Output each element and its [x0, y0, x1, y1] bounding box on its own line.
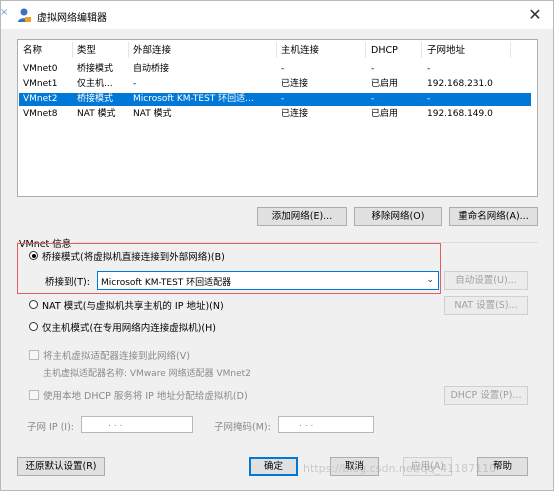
cell-type: 桥接模式 [77, 94, 114, 104]
nat-settings-button[interactable]: NAT 设置(S)... [444, 296, 528, 315]
network-list[interactable]: 名称 类型 外部连接 主机连接 DHCP 子网地址 VMnet0 桥接模式 自动… [17, 39, 538, 197]
column-header[interactable]: 子网地址 [427, 44, 465, 57]
virtual-network-editor-window: × 虚拟网络编辑器 ✕ 名称 类型 外部连接 主机连接 DHCP 子网地址 VM… [0, 0, 554, 491]
column-header[interactable]: 主机连接 [281, 44, 319, 57]
header-divider [510, 42, 511, 58]
add-network-button[interactable]: 添加网络(E)... [257, 207, 347, 226]
ok-button[interactable]: 确定 [249, 457, 298, 476]
column-header[interactable]: DHCP [371, 44, 398, 57]
watermark-text: https://blog.csdn.net/qq_41187110 [303, 462, 497, 475]
subnet-mask-input[interactable]: . . . [278, 416, 374, 433]
table-row-selected[interactable]: VMnet2 桥接模式 Microsoft KM-TEST 环回适... - -… [19, 93, 531, 106]
cell-type: 桥接模式 [77, 64, 114, 74]
cell-external: 自动桥接 [133, 64, 170, 74]
cell-name: VMnet0 [23, 64, 58, 74]
cell-subnet: - [427, 64, 431, 74]
cell-host: 已连接 [281, 109, 309, 119]
window-title: 虚拟网络编辑器 [37, 13, 107, 24]
bridge-to-select[interactable]: Microsoft KM-TEST 环回适配器 ⌄ [97, 271, 439, 290]
cell-host: 已连接 [281, 79, 309, 89]
adapter-name-label: 主机虚拟适配器名称: VMware 网络适配器 VMnet2 [43, 369, 251, 379]
header-divider [421, 42, 422, 58]
cell-type: NAT 模式 [77, 109, 116, 119]
dhcp-checkbox[interactable] [29, 390, 39, 400]
header-divider [128, 42, 129, 58]
cell-subnet: - [427, 94, 431, 104]
cell-subnet: 192.168.231.0 [427, 79, 493, 89]
title-bar: × 虚拟网络编辑器 ✕ [0, 1, 553, 29]
cell-name: VMnet8 [23, 109, 58, 119]
bridge-to-label: 桥接到(T): [45, 277, 90, 288]
host-only-radio[interactable] [29, 322, 38, 331]
close-button[interactable]: ✕ [525, 5, 545, 25]
table-row[interactable]: VMnet1 仅主机... - 已连接 已启用 192.168.231.0 [19, 78, 531, 91]
cell-subnet: 192.168.149.0 [427, 109, 493, 119]
cell-external: - [133, 79, 137, 89]
bridged-mode-radio[interactable] [29, 251, 38, 260]
side-close-mark: × [0, 7, 9, 18]
cell-external: Microsoft KM-TEST 环回适... [133, 94, 254, 104]
auto-settings-button[interactable]: 自动设置(U)... [444, 271, 528, 290]
cell-external: NAT 模式 [133, 109, 172, 119]
chevron-down-icon: ⌄ [426, 275, 434, 285]
close-icon: ✕ [528, 5, 542, 24]
table-row[interactable]: VMnet0 桥接模式 自动桥接 - - - [19, 63, 531, 76]
table-row[interactable]: VMnet8 NAT 模式 NAT 模式 已连接 已启用 192.168.149… [19, 108, 531, 121]
header-divider [276, 42, 277, 58]
connect-adapter-label[interactable]: 将主机虚拟适配器连接到此网络(V) [43, 348, 190, 362]
connect-adapter-checkbox[interactable] [29, 350, 39, 360]
column-header[interactable]: 名称 [23, 44, 42, 57]
cell-dhcp: - [371, 94, 375, 104]
bridge-to-value: Microsoft KM-TEST 环回适配器 [101, 278, 232, 288]
subnet-ip-label: 子网 IP (I): [27, 422, 74, 433]
header-divider [72, 42, 73, 58]
dhcp-label[interactable]: 使用本地 DHCP 服务将 IP 地址分配给虚拟机(D) [43, 388, 248, 402]
restore-defaults-button[interactable]: 还原默认设置(R) [17, 457, 105, 476]
rename-network-button[interactable]: 重命名网络(A)... [449, 207, 538, 226]
cell-host: - [281, 94, 285, 104]
subnet-mask-label: 子网掩码(M): [214, 422, 271, 433]
cell-name: VMnet1 [23, 79, 58, 89]
cell-dhcp: - [371, 64, 375, 74]
host-only-label[interactable]: 仅主机模式(在专用网络内连接虚拟机)(H) [42, 320, 216, 334]
cell-host: - [281, 64, 285, 74]
bridged-mode-label[interactable]: 桥接模式(将虚拟机直接连接到外部网络)(B) [42, 249, 225, 263]
remove-network-button[interactable]: 移除网络(O) [354, 207, 442, 226]
cell-dhcp: 已启用 [371, 79, 399, 89]
header-divider [365, 42, 366, 58]
network-user-icon [18, 8, 31, 22]
subnet-ip-input[interactable]: . . . [81, 416, 193, 433]
column-header[interactable]: 类型 [77, 44, 96, 57]
nat-mode-radio[interactable] [29, 300, 38, 309]
list-header: 名称 类型 外部连接 主机连接 DHCP 子网地址 [19, 44, 531, 57]
nat-mode-label[interactable]: NAT 模式(与虚拟机共享主机的 IP 地址)(N) [42, 298, 224, 312]
dhcp-settings-button[interactable]: DHCP 设置(P)... [444, 386, 528, 405]
cell-type: 仅主机... [77, 79, 113, 89]
cell-name: VMnet2 [23, 94, 58, 104]
cell-dhcp: 已启用 [371, 109, 399, 119]
column-header[interactable]: 外部连接 [133, 44, 171, 57]
